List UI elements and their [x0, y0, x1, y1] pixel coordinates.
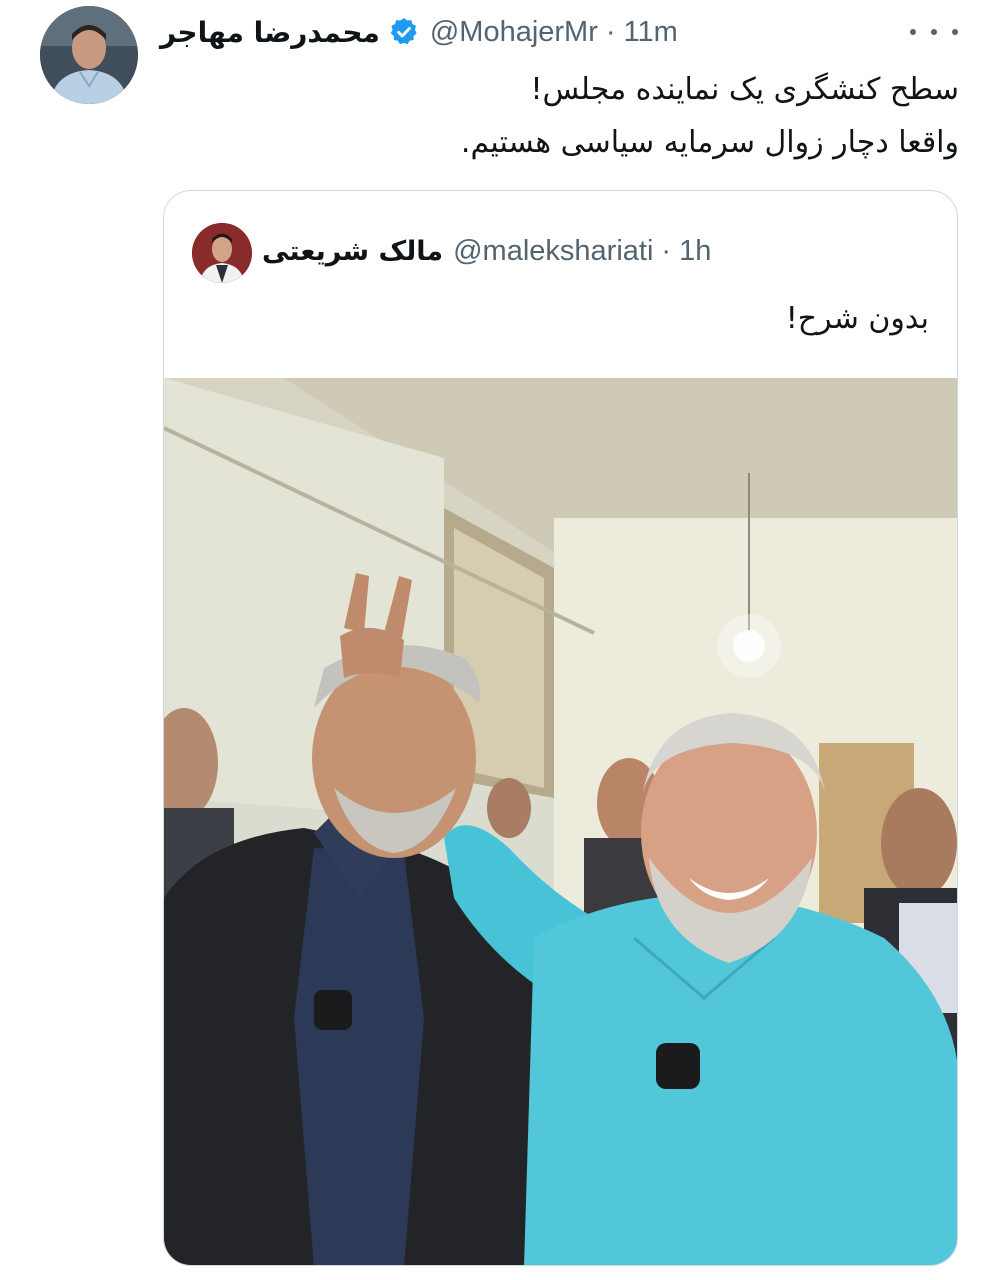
more-horizontal-icon[interactable] [910, 14, 958, 50]
quoted-tweet-timestamp: 1h [679, 234, 712, 267]
tweet-text: سطح کنشگری یک نماینده مجلس! واقعا دچار ز… [179, 64, 959, 169]
verified-badge-icon [388, 16, 420, 48]
photo-icon [164, 378, 957, 1265]
separator-dot: · [605, 15, 616, 48]
quoted-tweet-text: بدون شرح! [785, 301, 929, 336]
quoted-author-avatar [192, 223, 252, 283]
tweet-text-line: سطح کنشگری یک نماینده مجلس! [530, 72, 960, 107]
tweet-text-line: واقعا دچار زوال سرمایه سیاسی هستیم. [460, 124, 959, 160]
author-avatar[interactable] [40, 6, 138, 104]
author-handle[interactable]: @MohajerMr [430, 16, 598, 49]
author-display-name[interactable]: محمدرضا مهاجر [160, 16, 380, 49]
tweet-timestamp[interactable]: 11m [624, 16, 678, 49]
quoted-tweet-card[interactable]: مالک شریعتی @malekshariati · 1h بدون شرح… [163, 190, 958, 1266]
quoted-author-handle: @malekshariati [453, 234, 654, 267]
tweet: محمدرضا مهاجر @MohajerMr · 11m سطح کنشگر… [0, 0, 999, 1280]
tweet-header: محمدرضا مهاجر @MohajerMr · 11m [160, 8, 678, 56]
quoted-author-display-name: مالک شریعتی [262, 235, 444, 267]
quoted-tweet-header: مالک شریعتی @malekshariati · 1h [262, 229, 711, 273]
quoted-tweet-photo[interactable] [164, 378, 957, 1265]
separator-dot: · [661, 234, 672, 267]
